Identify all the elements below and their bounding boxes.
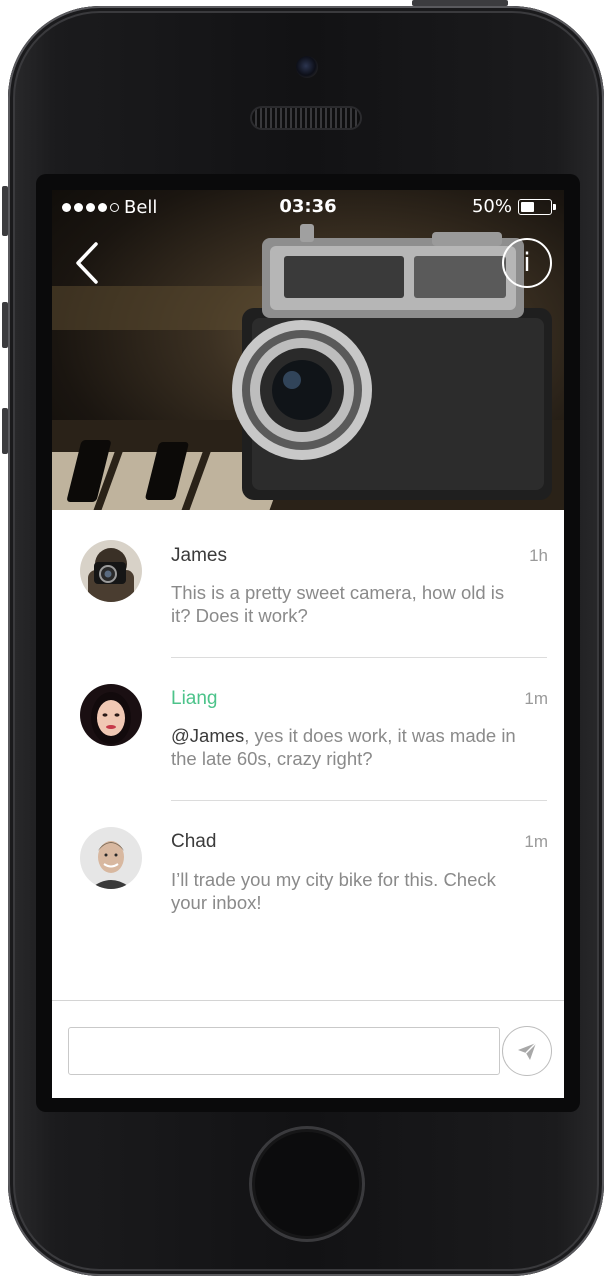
status-bar: Bell 03:36 50% — [52, 190, 564, 224]
earpiece-speaker — [252, 108, 360, 128]
avatar[interactable] — [80, 540, 142, 602]
info-button[interactable]: i — [502, 238, 552, 288]
status-right: 50% — [471, 196, 556, 217]
comment-text: @James, yes it does work, it was made in… — [171, 724, 521, 770]
home-button[interactable] — [249, 1126, 365, 1242]
front-camera — [296, 56, 318, 78]
camera-photo-illustration — [52, 224, 564, 510]
info-icon: i — [523, 248, 531, 278]
mute-switch — [2, 186, 8, 236]
avatar-photo-james — [80, 540, 142, 602]
volume-up-button — [2, 302, 8, 348]
avatar[interactable] — [80, 827, 142, 889]
mention-link[interactable]: @James — [171, 725, 244, 746]
comment-text: I’ll trade you my city bike for this. Ch… — [171, 869, 496, 913]
battery-icon — [518, 198, 556, 215]
comment-author[interactable]: Liang — [171, 688, 218, 710]
comment-time: 1m — [524, 832, 548, 851]
app-screen: Bell 03:36 50% i James 1h This is a pret… — [52, 190, 564, 1098]
battery-tip — [553, 203, 556, 210]
avatar-photo-liang — [80, 684, 142, 746]
comment-time: 1m — [524, 689, 548, 708]
comment-composer — [52, 1000, 564, 1098]
comment-author[interactable]: James — [171, 545, 227, 567]
comment-input[interactable] — [68, 1027, 500, 1075]
back-button[interactable] — [70, 238, 110, 288]
avatar[interactable] — [80, 684, 142, 746]
chevron-left-icon — [76, 242, 98, 284]
comment-text: This is a pretty sweet camera, how old i… — [171, 582, 505, 626]
comment-divider — [171, 657, 547, 658]
comment-author[interactable]: Chad — [171, 831, 216, 853]
power-button — [412, 0, 508, 6]
paper-plane-icon — [518, 1042, 537, 1060]
send-button[interactable] — [502, 1026, 552, 1076]
volume-down-button — [2, 408, 8, 454]
hero-photo: Bell 03:36 50% i — [52, 190, 564, 510]
battery-percent: 50% — [471, 196, 512, 217]
avatar-photo-chad — [80, 827, 142, 889]
battery-level-fill — [521, 201, 534, 212]
comment-time: 1h — [529, 546, 548, 565]
comment-divider — [171, 800, 547, 801]
